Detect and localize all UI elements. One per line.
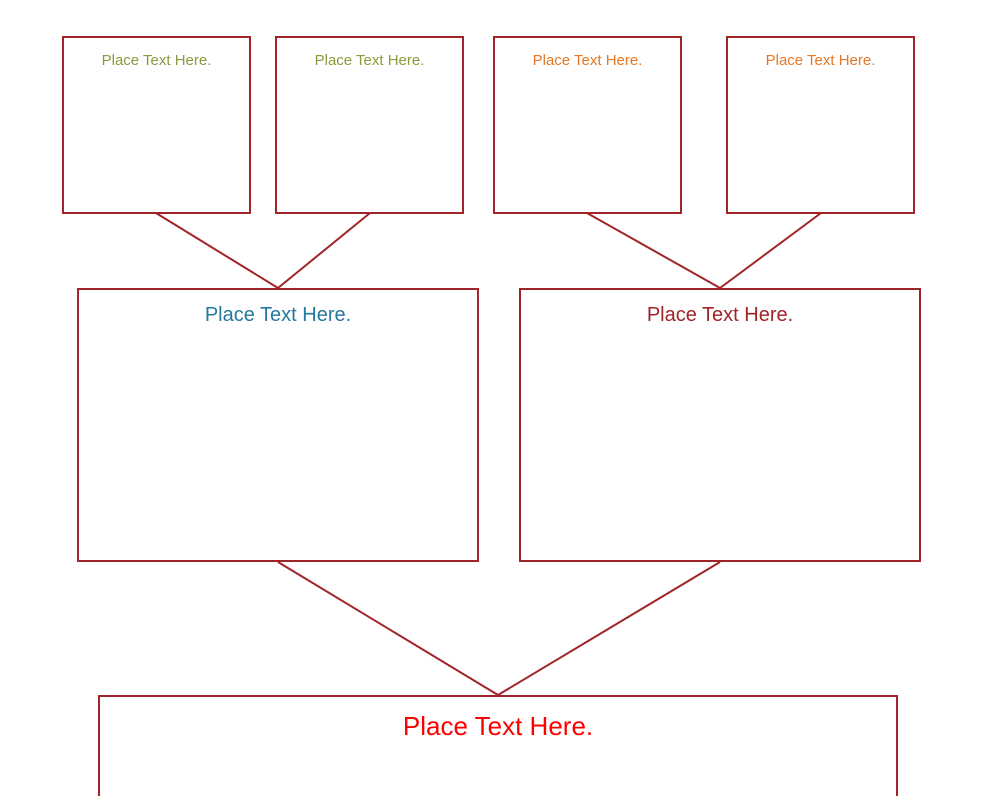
top-box-3-label: Place Text Here. <box>533 52 643 69</box>
top-box-2-label: Place Text Here. <box>315 52 425 69</box>
top-box-1[interactable]: Place Text Here. <box>62 36 251 214</box>
top-box-3[interactable]: Place Text Here. <box>493 36 682 214</box>
bottom-box[interactable]: Place Text Here. <box>98 695 898 796</box>
middle-box-left[interactable]: Place Text Here. <box>77 288 479 562</box>
middle-box-right-label: Place Text Here. <box>647 304 793 326</box>
diagram-canvas: Place Text Here. Place Text Here. Place … <box>0 0 993 796</box>
middle-box-right[interactable]: Place Text Here. <box>519 288 921 562</box>
top-box-1-label: Place Text Here. <box>102 52 212 69</box>
bottom-box-label: Place Text Here. <box>403 711 593 741</box>
top-box-4-label: Place Text Here. <box>766 52 876 69</box>
middle-box-left-label: Place Text Here. <box>205 304 351 326</box>
top-box-2[interactable]: Place Text Here. <box>275 36 464 214</box>
top-box-4[interactable]: Place Text Here. <box>726 36 915 214</box>
